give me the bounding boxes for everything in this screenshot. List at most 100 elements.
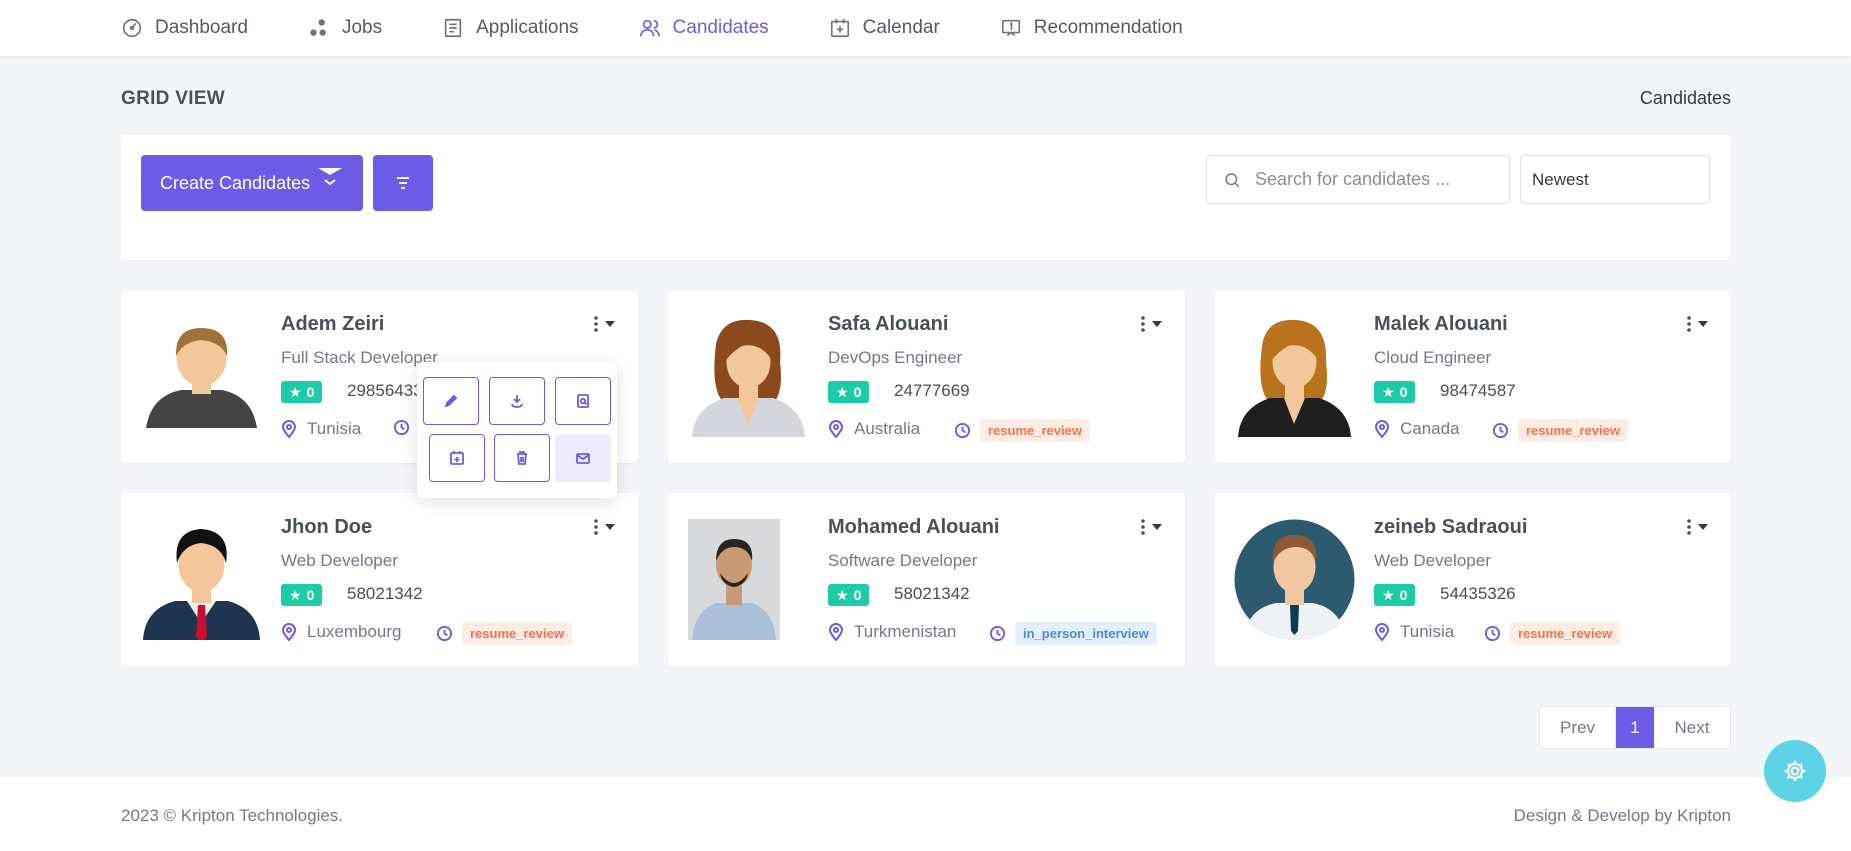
candidate-status: resume_review	[1484, 622, 1620, 645]
filter-button[interactable]	[373, 155, 433, 211]
more-vertical-icon	[1141, 519, 1145, 535]
candidate-country: Canada	[1400, 419, 1460, 438]
location-pin-icon	[281, 420, 297, 438]
avatar	[141, 519, 262, 640]
candidate-card[interactable]: Safa Alouani DevOps Engineer ★ 0 24777669…	[668, 290, 1185, 463]
candidate-card[interactable]: Jhon Doe Web Developer ★ 0 58021342 Luxem…	[121, 493, 638, 666]
card-actions-toggle[interactable]	[1687, 316, 1709, 332]
candidate-country: Luxembourg	[307, 622, 402, 641]
chevron-down-icon	[317, 167, 343, 192]
location-pin-icon	[1374, 420, 1390, 438]
calendar-icon	[830, 18, 849, 38]
candidate-role: Full Stack Developer	[281, 348, 438, 367]
candidate-name[interactable]: Malek Alouani	[1374, 313, 1508, 336]
nav-item-jobs[interactable]: Jobs	[308, 0, 382, 56]
settings-button[interactable]	[1764, 740, 1826, 802]
candidate-location: Luxembourg	[281, 622, 402, 642]
nav-label-calendar: Calendar	[862, 17, 940, 38]
recommendation-icon	[1001, 19, 1020, 36]
clock-icon	[1492, 422, 1509, 439]
star-icon: ★	[289, 586, 302, 603]
candidate-role: DevOps Engineer	[828, 348, 963, 367]
card-actions-toggle[interactable]	[1141, 316, 1163, 332]
schedule-icon	[450, 451, 464, 465]
more-vertical-icon	[1141, 316, 1145, 332]
card-actions-toggle[interactable]	[1141, 519, 1163, 535]
card-actions-toggle[interactable]	[594, 519, 616, 535]
candidate-name[interactable]: Mohamed Alouani	[828, 516, 999, 539]
candidate-role: Web Developer	[1374, 551, 1491, 570]
candidate-phone: 54435326	[1440, 584, 1516, 603]
star-icon: ★	[836, 586, 849, 603]
delete-button[interactable]	[494, 434, 550, 482]
candidate-card[interactable]: Malek Alouani Cloud Engineer ★ 0 98474587…	[1214, 290, 1731, 463]
caret-down-icon	[1152, 321, 1162, 327]
rating-value: 0	[853, 384, 862, 400]
nav-item-applications[interactable]: Applications	[442, 0, 579, 56]
candidate-country: Australia	[854, 419, 921, 438]
nav-label-jobs: Jobs	[341, 17, 383, 38]
more-vertical-icon	[1687, 519, 1691, 535]
candidate-phone: 58021342	[347, 584, 423, 603]
rating-badge: ★ 0	[1374, 584, 1416, 606]
dashboard-icon	[122, 18, 142, 38]
candidate-name[interactable]: Jhon Doe	[281, 516, 372, 539]
candidate-country: Tunisia	[307, 419, 362, 438]
avatar	[688, 316, 809, 437]
star-icon: ★	[836, 383, 849, 400]
card-action-menu	[417, 362, 617, 498]
breadcrumb[interactable]: Candidates	[1640, 88, 1731, 109]
schedule-button[interactable]	[429, 434, 485, 482]
search-icon	[1225, 172, 1240, 187]
candidate-card[interactable]: zeineb Sadraoui Web Developer ★ 0 5443532…	[1214, 493, 1731, 666]
prev-page-button[interactable]: Prev	[1540, 707, 1616, 748]
candidate-phone: 29856433	[347, 381, 423, 400]
edit-icon	[444, 394, 458, 408]
rating-value: 0	[1399, 587, 1408, 603]
card-actions-toggle[interactable]	[594, 316, 616, 332]
more-vertical-icon	[1687, 316, 1691, 332]
pagination: Prev 1 Next	[1539, 706, 1731, 749]
search-input[interactable]	[1255, 169, 1475, 190]
candidate-name[interactable]: Adem Zeiri	[281, 313, 384, 336]
rating-value: 0	[1399, 384, 1408, 400]
candidate-status: in_person_interview	[989, 622, 1157, 645]
nav-item-dashboard[interactable]: Dashboard	[121, 0, 248, 56]
candidate-country: Tunisia	[1400, 622, 1455, 641]
view-resume-button[interactable]	[555, 377, 611, 425]
nav-item-candidates[interactable]: Candidates	[639, 0, 769, 56]
candidate-status: resume_review	[436, 622, 572, 645]
next-page-button[interactable]: Next	[1654, 707, 1730, 748]
jobs-icon	[310, 19, 326, 36]
candidate-location: Tunisia	[1374, 622, 1454, 642]
candidate-location: Australia	[828, 419, 920, 439]
candidate-name[interactable]: Safa Alouani	[828, 313, 948, 336]
caret-down-icon	[605, 524, 615, 530]
candidate-role: Software Developer	[828, 551, 978, 570]
download-button[interactable]	[489, 377, 545, 425]
candidate-card[interactable]: Mohamed Alouani Software Developer ★ 0 58…	[668, 493, 1185, 666]
avatar	[141, 316, 262, 437]
candidate-phone: 58021342	[894, 584, 970, 603]
candidate-role: Cloud Engineer	[1374, 348, 1492, 367]
more-vertical-icon	[594, 519, 598, 535]
nav-item-recommendation[interactable]: Recommendation	[1000, 0, 1183, 56]
clock-icon	[1484, 625, 1501, 642]
status-badge: resume_review	[1518, 419, 1628, 442]
sort-select[interactable]: Newest	[1520, 155, 1710, 204]
email-button[interactable]	[555, 434, 611, 482]
create-candidates-button[interactable]: Create Candidates	[141, 155, 363, 211]
status-badge: in_person_interview	[1015, 622, 1157, 645]
candidate-role: Web Developer	[281, 551, 398, 570]
clock-icon	[393, 419, 410, 436]
footer: 2023 © Kripton Technologies. Design & De…	[0, 778, 1851, 851]
card-actions-toggle[interactable]	[1687, 519, 1709, 535]
page-number-current[interactable]: 1	[1616, 707, 1654, 748]
toolbar-card: Create Candidates Newest	[121, 135, 1731, 260]
edit-button[interactable]	[423, 377, 479, 425]
rating-badge: ★ 0	[828, 584, 870, 606]
avatar	[1234, 316, 1355, 437]
candidate-name[interactable]: zeineb Sadraoui	[1374, 516, 1527, 539]
candidate-status: resume_review	[954, 419, 1090, 442]
nav-item-calendar[interactable]: Calendar	[829, 0, 940, 56]
